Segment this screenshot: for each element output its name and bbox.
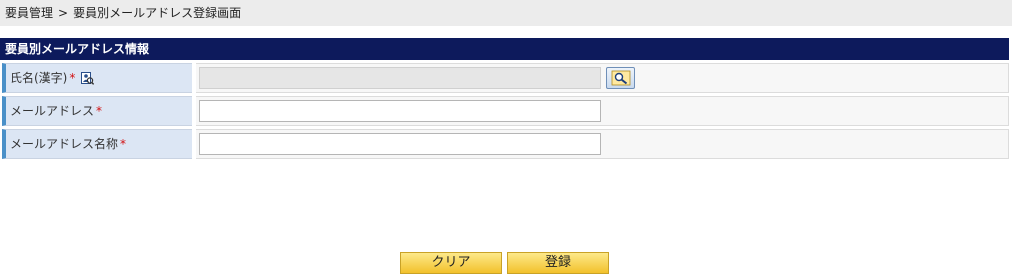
breadcrumb-current: 要員別メールアドレス登録画面: [73, 6, 242, 20]
person-search-icon[interactable]: [81, 71, 95, 85]
form-row-email-name: メールアドレス名称 *: [2, 129, 1009, 159]
name-kanji-label-text: 氏名(漢字): [10, 71, 68, 85]
required-mark: *: [120, 137, 127, 151]
email-name-input[interactable]: [199, 133, 601, 155]
register-button[interactable]: 登録: [507, 252, 609, 274]
name-kanji-value-cell: [196, 63, 1009, 93]
email-label-text: メールアドレス: [10, 104, 95, 118]
form-table: 氏名(漢字) * メールアドレス * メールアドレス名称 *: [2, 63, 1009, 162]
clear-button[interactable]: クリア: [400, 252, 502, 274]
required-mark: *: [96, 104, 103, 118]
email-input[interactable]: [199, 100, 601, 122]
name-lookup-button[interactable]: [606, 67, 635, 89]
name-kanji-label: 氏名(漢字) *: [2, 63, 192, 93]
breadcrumb-parent: 要員管理: [5, 6, 54, 20]
email-value-cell: [196, 96, 1009, 126]
breadcrumb-separator: >: [58, 6, 69, 20]
email-name-value-cell: [196, 129, 1009, 159]
email-name-label: メールアドレス名称 *: [2, 129, 192, 159]
form-row-email: メールアドレス *: [2, 96, 1009, 126]
required-mark: *: [69, 71, 76, 85]
email-label: メールアドレス *: [2, 96, 192, 126]
breadcrumb: 要員管理 > 要員別メールアドレス登録画面: [0, 0, 1012, 26]
section-header: 要員別メールアドレス情報: [0, 38, 1009, 60]
name-kanji-input[interactable]: [199, 67, 601, 89]
email-name-label-text: メールアドレス名称: [10, 137, 119, 151]
search-wrench-icon: [611, 70, 630, 86]
section-title: 要員別メールアドレス情報: [5, 42, 150, 56]
form-row-name-kanji: 氏名(漢字) *: [2, 63, 1009, 93]
